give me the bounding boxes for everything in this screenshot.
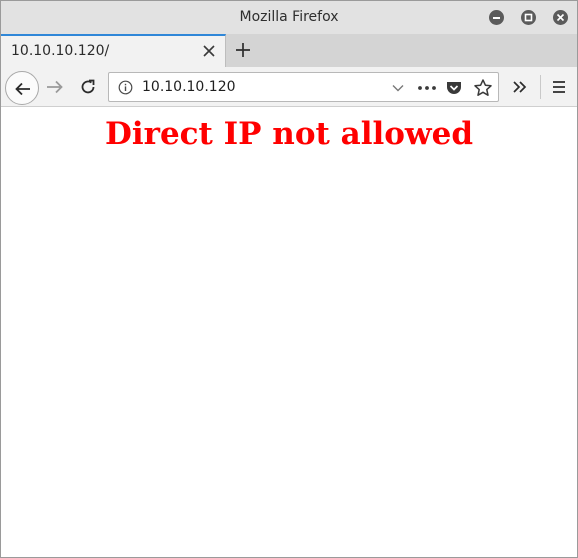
forward-arrow-icon[interactable] xyxy=(45,78,65,96)
new-tab-icon[interactable] xyxy=(233,40,253,60)
tab-active[interactable]: 10.10.10.120/ xyxy=(1,34,226,67)
close-window-button[interactable] xyxy=(553,10,568,25)
page-heading: Direct IP not allowed xyxy=(104,116,474,152)
hamburger-menu-icon[interactable] xyxy=(550,77,568,97)
minimize-button[interactable] xyxy=(489,10,504,25)
reload-icon[interactable] xyxy=(78,77,98,97)
url-text[interactable]: 10.10.10.120 xyxy=(142,79,236,95)
overflow-chevrons-icon[interactable] xyxy=(510,77,530,97)
info-icon[interactable] xyxy=(118,80,133,95)
navigation-toolbar: 10.10.10.120 xyxy=(1,67,577,107)
maximize-button[interactable] xyxy=(521,10,536,25)
back-arrow-icon xyxy=(15,82,30,96)
tab-label: 10.10.10.120/ xyxy=(11,43,110,59)
title-bar: Mozilla Firefox xyxy=(1,1,577,34)
tab-strip: 10.10.10.120/ xyxy=(1,34,577,67)
star-icon[interactable] xyxy=(473,78,493,98)
url-bar[interactable]: 10.10.10.120 xyxy=(108,72,499,102)
browser-window: Mozilla Firefox 10.10.10.120/ 10.10.10.1… xyxy=(0,0,578,558)
back-button[interactable] xyxy=(5,71,39,105)
tab-close-icon[interactable] xyxy=(202,44,216,58)
chevron-down-icon[interactable] xyxy=(391,82,405,94)
pocket-icon[interactable] xyxy=(445,79,463,97)
more-dots-icon[interactable] xyxy=(416,81,438,95)
page-content: Direct IP not allowed xyxy=(1,108,577,557)
minimize-icon xyxy=(493,17,500,19)
maximize-icon xyxy=(524,13,533,22)
close-icon xyxy=(556,13,565,22)
toolbar-divider xyxy=(540,75,541,99)
